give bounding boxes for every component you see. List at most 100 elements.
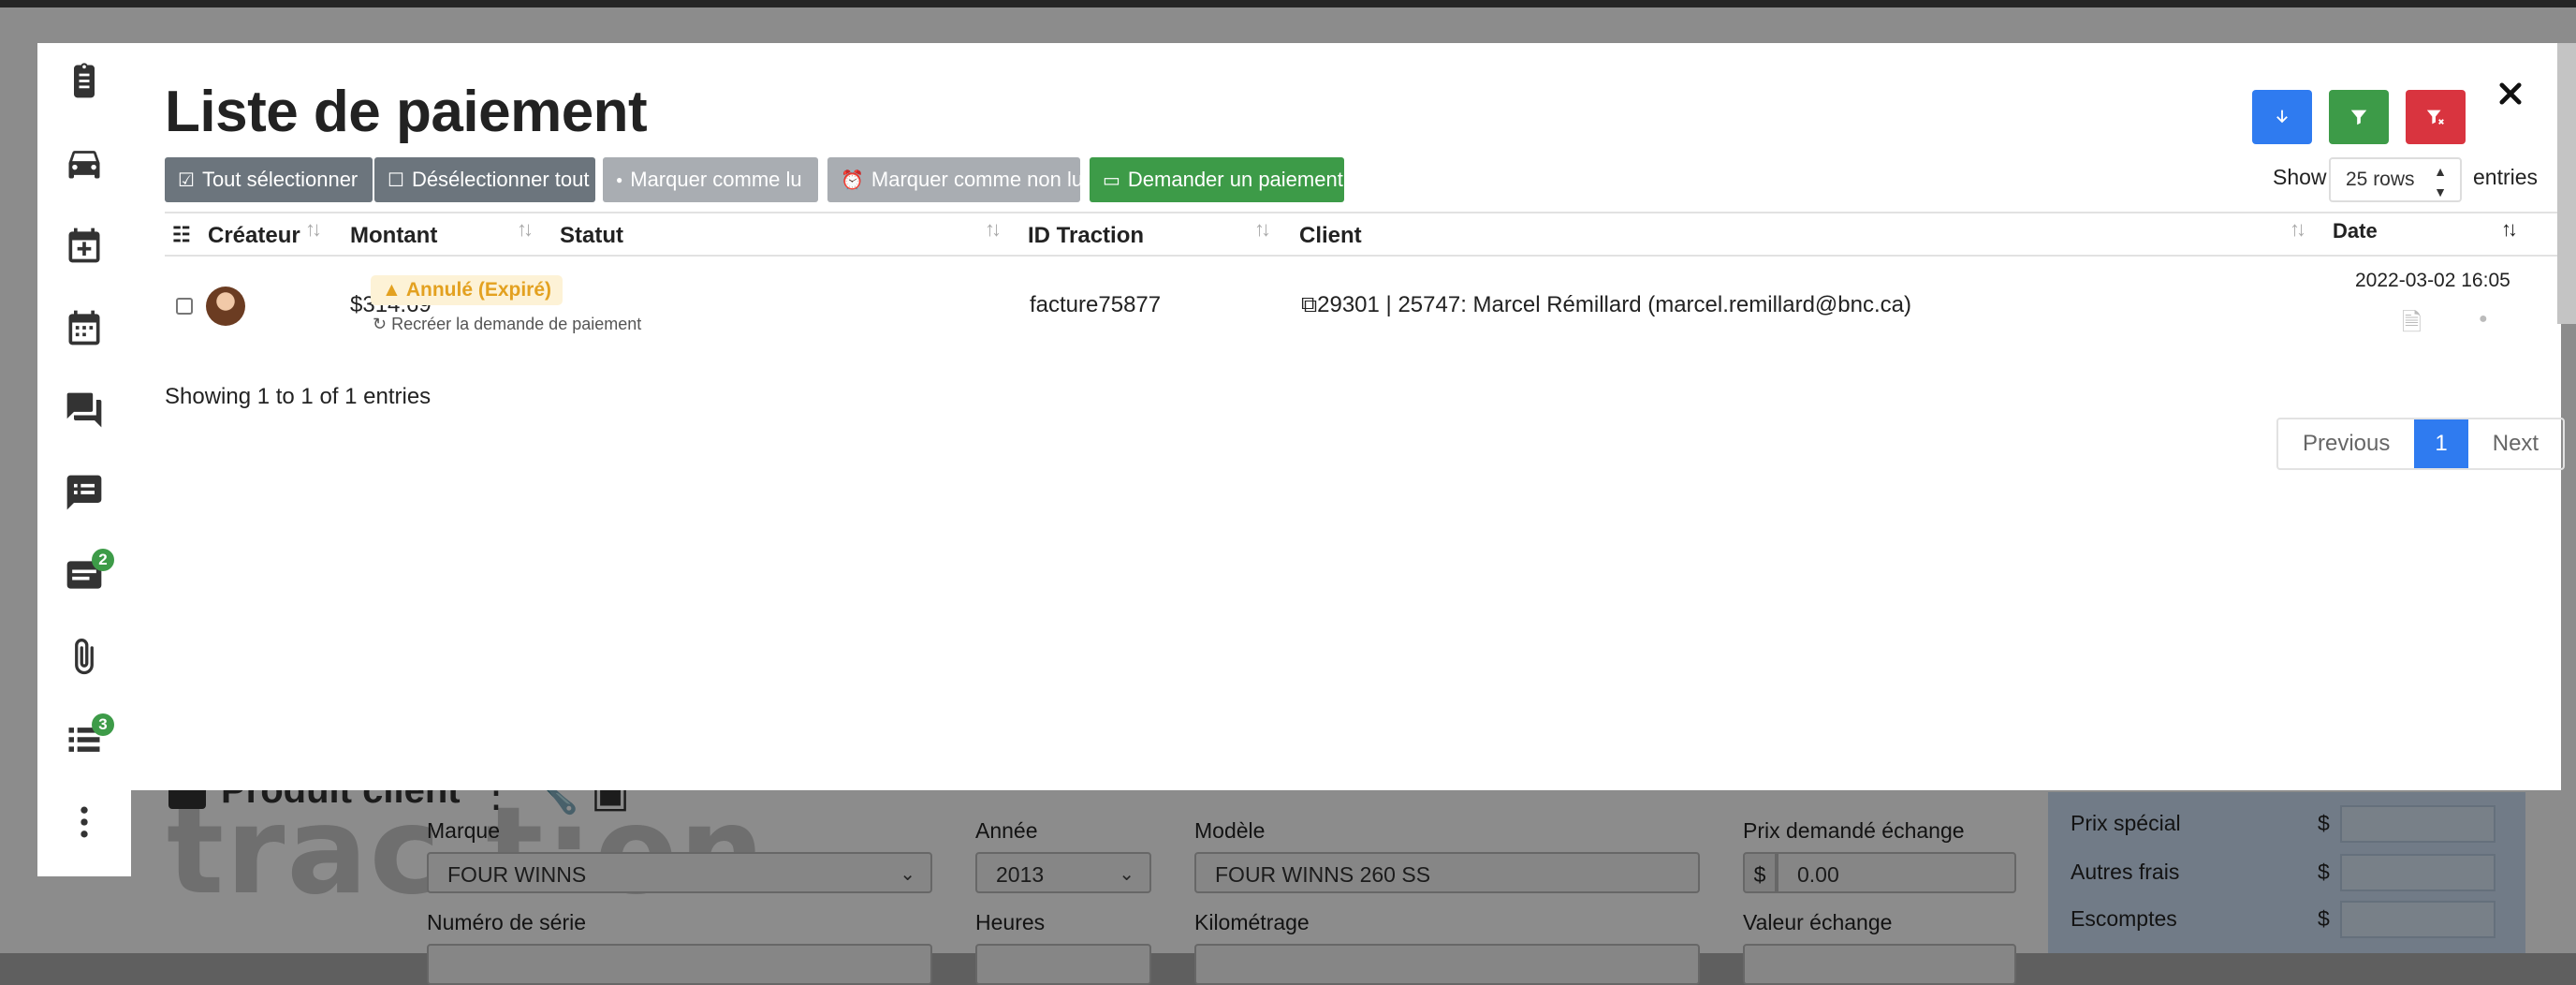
sidebar-item-more[interactable] bbox=[37, 785, 131, 860]
marque-value: FOUR WINNS bbox=[447, 862, 587, 887]
sort-icon[interactable]: ↑↓ bbox=[305, 217, 322, 242]
currency-prefix: $ bbox=[2318, 811, 2330, 835]
serie-label: Numéro de série bbox=[427, 910, 587, 934]
filter-button[interactable] bbox=[2329, 90, 2389, 144]
select-all-button[interactable]: ☑ Tout sélectionner bbox=[165, 157, 373, 202]
paperclip-icon bbox=[75, 639, 94, 675]
deselect-all-button[interactable]: ☐ Désélectionner tout bbox=[374, 157, 595, 202]
clear-filter-icon bbox=[2426, 110, 2444, 125]
chevron-down-icon: ⌄ bbox=[900, 864, 915, 885]
sidebar-item-messages[interactable] bbox=[37, 455, 131, 530]
row-checkbox[interactable] bbox=[176, 298, 193, 315]
request-payment-button[interactable]: ▭ Demander un paiement bbox=[1090, 157, 1344, 202]
select-column-icon[interactable]: ☷ bbox=[172, 223, 191, 247]
sidebar-item-tasks[interactable]: 3 bbox=[37, 702, 131, 777]
download-icon bbox=[2276, 110, 2288, 124]
prix-field[interactable]: 0.00 bbox=[1777, 852, 2016, 893]
valeur-field[interactable] bbox=[1743, 944, 2016, 985]
modele-field[interactable]: FOUR WINNS 260 SS bbox=[1194, 852, 1700, 893]
rows-per-page-value: 25 rows bbox=[2346, 169, 2415, 190]
payments-count-badge: 2 bbox=[92, 549, 114, 571]
column-header-statut[interactable]: Statut bbox=[560, 223, 623, 249]
date-cell: 2022-03-02 16:05 bbox=[2355, 270, 2510, 291]
client-link[interactable]: ⧉29301 | 25747: Marcel Rémillard (marcel… bbox=[1301, 292, 1911, 318]
column-header-createur[interactable]: Créateur bbox=[208, 223, 300, 249]
prix-special-label: Prix spécial bbox=[2071, 811, 2181, 835]
escomptes-label: Escomptes bbox=[2071, 906, 2177, 931]
top-strip bbox=[0, 0, 2576, 7]
annee-select[interactable]: 2013 ⌄ bbox=[975, 852, 1151, 893]
calendar-plus-icon bbox=[68, 228, 100, 263]
sidebar-item-new-appointment[interactable] bbox=[37, 208, 131, 283]
prix-value: 0.00 bbox=[1797, 862, 1839, 887]
refresh-icon: ↻ bbox=[373, 315, 392, 333]
previous-page-button[interactable]: Previous bbox=[2278, 419, 2414, 468]
currency-prefix: $ bbox=[2318, 860, 2330, 884]
page-1-button[interactable]: 1 bbox=[2414, 419, 2468, 468]
checkbox-checked-icon: ☑ bbox=[178, 169, 195, 191]
bell-icon: ⏰ bbox=[841, 169, 864, 191]
mark-read-label: Marquer comme lu bbox=[630, 168, 802, 191]
chat-icon bbox=[66, 392, 102, 428]
prix-label: Prix demandé échange bbox=[1743, 818, 1965, 843]
valeur-label: Valeur échange bbox=[1743, 910, 1893, 934]
sidebar-item-chat[interactable] bbox=[37, 373, 131, 448]
external-link-icon: ⧉ bbox=[1301, 292, 1318, 317]
sort-icon[interactable]: ↑↓ bbox=[2290, 217, 2306, 242]
traction-id-cell: facture75877 bbox=[1030, 292, 1162, 317]
marque-select[interactable]: FOUR WINNS ⌄ bbox=[427, 852, 932, 893]
more-icon bbox=[80, 806, 88, 838]
next-page-button[interactable]: Next bbox=[2468, 419, 2563, 468]
scrollbar[interactable] bbox=[2557, 43, 2576, 324]
sidebar-item-clipboard[interactable] bbox=[37, 43, 131, 118]
sort-icon[interactable]: ↑↓ bbox=[1254, 217, 1271, 242]
sort-icon[interactable]: ↑↓ bbox=[985, 217, 1002, 242]
chevron-down-icon: ⌄ bbox=[1119, 864, 1134, 885]
car-icon bbox=[68, 151, 100, 179]
show-label: Show bbox=[2273, 165, 2327, 189]
km-label: Kilométrage bbox=[1194, 910, 1310, 934]
currency-prefix: $ bbox=[2318, 906, 2330, 931]
document-icon[interactable]: 🗎 bbox=[2402, 305, 2422, 346]
sidebar-item-payments[interactable]: 2 bbox=[37, 537, 131, 612]
sort-icon[interactable]: ↑↓ bbox=[517, 217, 534, 242]
sort-desc-icon[interactable]: ↑↓ bbox=[2501, 217, 2518, 242]
download-button[interactable] bbox=[2252, 90, 2312, 144]
column-header-montant[interactable]: Montant bbox=[350, 223, 437, 249]
column-header-date[interactable]: Date bbox=[2333, 219, 2378, 243]
unread-dot-icon[interactable]: ● bbox=[2479, 311, 2488, 328]
sidebar-item-attachments[interactable] bbox=[37, 620, 131, 695]
annee-label: Année bbox=[975, 818, 1038, 843]
km-field[interactable] bbox=[1194, 944, 1700, 985]
sidebar-item-calendar[interactable] bbox=[37, 290, 131, 365]
mark-read-button[interactable]: ● Marquer comme lu bbox=[603, 157, 818, 202]
autres-frais-label: Autres frais bbox=[2071, 860, 2180, 884]
currency-prefix: $ bbox=[1743, 852, 1777, 893]
updown-icon: ▲ ▼ bbox=[2434, 164, 2447, 199]
mark-unread-button[interactable]: ⏰ Marquer comme non lu bbox=[827, 157, 1084, 202]
prix-special-field[interactable] bbox=[2340, 805, 2496, 843]
checkbox-empty-icon: ☐ bbox=[388, 169, 404, 191]
close-button[interactable] bbox=[2488, 71, 2533, 116]
request-payment-label: Demander un paiement bbox=[1127, 168, 1343, 191]
mark-unread-label: Marquer comme non lu bbox=[871, 168, 1084, 191]
dot-icon: ● bbox=[616, 173, 623, 186]
serie-field[interactable] bbox=[427, 944, 932, 985]
payment-list-modal: Liste de paiement ☑ Tout sélectionner ☐ … bbox=[131, 43, 2566, 790]
escomptes-field[interactable] bbox=[2340, 901, 2496, 938]
clear-filter-button[interactable] bbox=[2406, 90, 2466, 144]
rows-per-page-select[interactable]: 25 rows ▲ ▼ bbox=[2329, 157, 2462, 202]
message-list-icon bbox=[66, 475, 102, 510]
status-text: Annulé (Expiré) bbox=[405, 279, 552, 301]
autres-frais-field[interactable] bbox=[2340, 854, 2496, 891]
sidebar-item-vehicle[interactable] bbox=[37, 125, 131, 200]
divider bbox=[165, 255, 2561, 257]
heures-field[interactable] bbox=[975, 944, 1151, 985]
column-header-client[interactable]: Client bbox=[1299, 223, 1362, 249]
divider bbox=[165, 212, 2561, 213]
heures-label: Heures bbox=[975, 910, 1046, 934]
modele-label: Modèle bbox=[1194, 818, 1266, 843]
warning-icon: ▲ bbox=[382, 279, 406, 301]
column-header-id-traction[interactable]: ID Traction bbox=[1028, 223, 1144, 249]
recreate-request-link[interactable]: ↻ Recréer la demande de paiement bbox=[373, 315, 641, 334]
